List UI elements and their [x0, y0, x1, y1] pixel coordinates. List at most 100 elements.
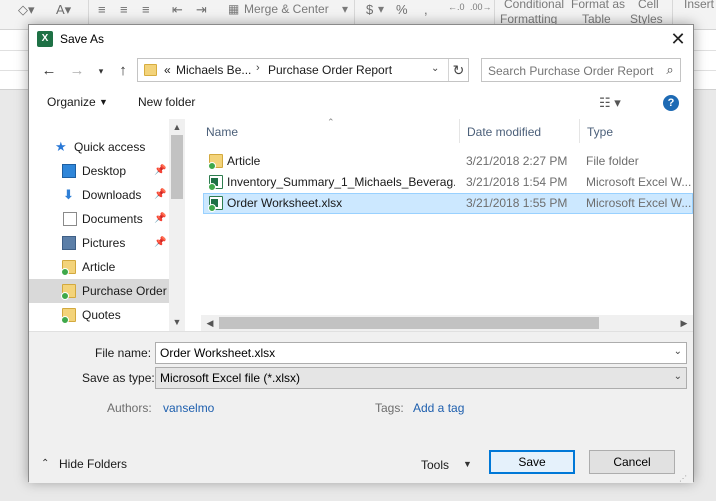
nav-item-quotes[interactable]: Quotes: [29, 303, 169, 327]
chevron-down-icon[interactable]: ⌄: [674, 371, 682, 382]
conditional-formatting-button[interactable]: Conditional: [504, 0, 564, 11]
scroll-down-icon[interactable]: ▼: [169, 315, 185, 329]
resize-grip-icon[interactable]: ⋰: [679, 474, 687, 483]
recent-locations-icon[interactable]: ▾: [91, 61, 111, 81]
chevron-up-icon: ⌃: [41, 458, 50, 469]
file-row-inventory-summary[interactable]: Inventory_Summary_1_Michaels_Beverag... …: [203, 172, 693, 193]
increase-decimal-icon[interactable]: ←.0: [448, 2, 465, 12]
address-bar[interactable]: « Michaels Be... › Purchase Order Report…: [137, 58, 469, 82]
column-header-type[interactable]: Type: [587, 125, 613, 139]
nav-item-pictures[interactable]: Pictures 📌: [29, 231, 169, 255]
file-list-scrollbar[interactable]: ◀ ▶: [201, 315, 693, 331]
nav-item-documents[interactable]: Documents 📌: [29, 207, 169, 231]
sort-arrow-icon: ⌃: [327, 117, 335, 127]
breadcrumb-overflow[interactable]: «: [164, 63, 171, 77]
save-button[interactable]: Save: [489, 450, 575, 474]
sync-check-icon: [61, 268, 69, 276]
documents-icon: [63, 212, 77, 226]
tools-dropdown-icon: ▼: [463, 459, 472, 469]
align-right-icon[interactable]: ≡: [142, 2, 150, 17]
currency-dropdown-icon[interactable]: ▾: [378, 2, 384, 16]
scroll-right-icon[interactable]: ▶: [677, 316, 691, 330]
file-name: Order Worksheet.xlsx: [227, 196, 343, 210]
nav-scrollbar[interactable]: ▲ ▼: [169, 119, 185, 331]
authors-label: Authors:: [107, 401, 152, 415]
file-row-article[interactable]: Article 3/21/2018 2:27 PM File folder: [203, 151, 693, 172]
view-options-icon[interactable]: ☷ ▾: [599, 95, 621, 111]
align-center-icon[interactable]: ≡: [120, 2, 128, 17]
column-divider[interactable]: [459, 119, 460, 143]
command-bar: Organize ▼ New folder ☷ ▾ ?: [29, 89, 693, 117]
up-arrow-icon[interactable]: ↑: [113, 61, 133, 81]
authors-value[interactable]: vanselmo: [163, 401, 214, 415]
search-box[interactable]: ⌕: [481, 58, 681, 82]
add-tag-link[interactable]: Add a tag: [413, 401, 464, 415]
organize-dropdown-icon[interactable]: ▼: [99, 97, 108, 107]
merge-dropdown-icon[interactable]: ▾: [342, 2, 348, 16]
sync-check-icon: [208, 162, 216, 170]
align-left-icon[interactable]: ≡: [98, 2, 106, 17]
pin-icon[interactable]: 📌: [154, 189, 166, 200]
insert-button[interactable]: Insert: [684, 0, 714, 11]
column-header-name[interactable]: Name: [206, 125, 238, 139]
save-as-type-select[interactable]: Microsoft Excel file (*.xlsx) ⌄: [155, 367, 687, 389]
fill-color-icon[interactable]: ◇▾: [18, 2, 35, 18]
pin-icon[interactable]: 📌: [154, 237, 166, 248]
comma-button[interactable]: ,: [424, 2, 428, 17]
breadcrumb-item[interactable]: Michaels Be...: [176, 63, 251, 77]
pin-icon[interactable]: 📌: [154, 165, 166, 176]
cancel-button[interactable]: Cancel: [589, 450, 675, 474]
dialog-title: Save As: [60, 32, 105, 46]
new-folder-button[interactable]: New folder: [138, 95, 195, 109]
decrease-indent-icon[interactable]: ⇤: [172, 2, 183, 18]
refresh-icon[interactable]: ↻: [448, 59, 468, 81]
sync-check-icon: [61, 316, 69, 324]
scroll-left-icon[interactable]: ◀: [203, 316, 217, 330]
search-icon[interactable]: ⌕: [662, 62, 678, 78]
close-button[interactable]: ✕: [666, 28, 690, 50]
save-options-panel: File name: ⌄ Save as type: Microsoft Exc…: [29, 331, 693, 483]
search-input[interactable]: [488, 62, 654, 79]
file-name: Article: [227, 154, 261, 168]
scroll-up-icon[interactable]: ▲: [169, 120, 185, 134]
column-header-date[interactable]: Date modified: [467, 125, 541, 139]
scrollbar-thumb[interactable]: [219, 317, 599, 329]
file-row-order-worksheet[interactable]: Order Worksheet.xlsx 3/21/2018 1:55 PM M…: [203, 193, 693, 214]
scrollbar-thumb[interactable]: [171, 135, 183, 199]
file-name-input[interactable]: [160, 345, 660, 361]
breadcrumb-item[interactable]: Purchase Order Report: [268, 63, 392, 77]
downloads-icon: ⬇: [63, 187, 74, 202]
address-row: ← → ▾ ↑ « Michaels Be... › Purchase Orde…: [29, 57, 693, 85]
decrease-decimal-icon[interactable]: .00→: [470, 2, 492, 12]
currency-button[interactable]: $: [366, 2, 373, 17]
chevron-down-icon[interactable]: ⌄: [431, 63, 439, 74]
nav-item-desktop[interactable]: Desktop 📌: [29, 159, 169, 183]
chevron-right-icon[interactable]: ›: [256, 62, 260, 74]
pin-icon[interactable]: 📌: [154, 213, 166, 224]
percent-button[interactable]: %: [396, 2, 408, 17]
column-divider[interactable]: [579, 119, 580, 143]
column-headers: ⌃ Name Date modified Type: [201, 117, 693, 145]
nav-item-purchase-order-report[interactable]: Purchase Order R: [29, 279, 169, 303]
chevron-down-icon[interactable]: ⌄: [674, 346, 682, 357]
cell-styles-button[interactable]: Cell: [638, 0, 659, 11]
back-arrow-icon[interactable]: ←: [39, 61, 59, 81]
format-as-table-button[interactable]: Format as: [571, 0, 625, 11]
help-icon[interactable]: ?: [663, 95, 679, 111]
nav-item-downloads[interactable]: ⬇ Downloads 📌: [29, 183, 169, 207]
excel-file-icon: [208, 175, 223, 191]
forward-arrow-icon[interactable]: →: [67, 61, 87, 81]
organize-button[interactable]: Organize: [47, 95, 96, 109]
file-name-label: File name:: [95, 346, 152, 360]
tools-button[interactable]: Tools ▼: [415, 454, 475, 478]
file-name-field[interactable]: ⌄: [155, 342, 687, 364]
nav-label: Desktop: [82, 164, 127, 178]
nav-item-quick-access[interactable]: ★ Quick access: [29, 135, 169, 159]
font-color-icon[interactable]: A▾: [56, 2, 71, 18]
merge-center-button[interactable]: Merge & Center: [244, 2, 329, 16]
nav-label: Quick access: [74, 140, 146, 154]
nav-item-article[interactable]: Article: [29, 255, 169, 279]
increase-indent-icon[interactable]: ⇥: [196, 2, 207, 18]
pictures-icon: [62, 236, 76, 250]
hide-folders-label: Hide Folders: [59, 457, 128, 471]
